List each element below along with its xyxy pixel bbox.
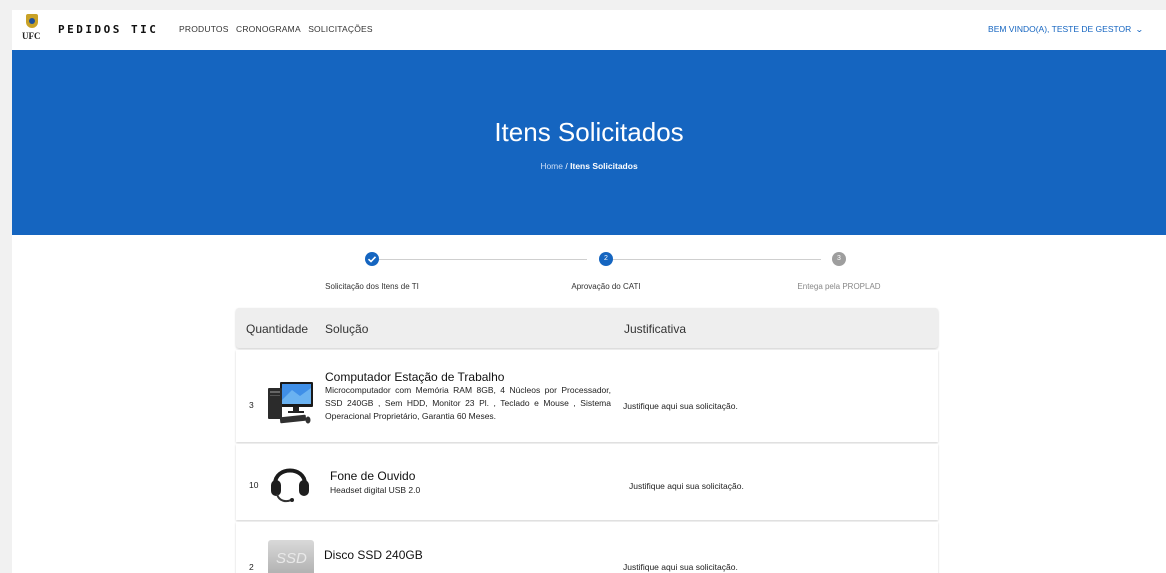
logo-text: UFC bbox=[22, 31, 41, 41]
step-number-badge: 2 bbox=[599, 252, 613, 266]
row-description: Headset digital USB 2.0 bbox=[330, 485, 421, 495]
ufc-crest-icon bbox=[26, 14, 38, 28]
headset-image bbox=[269, 458, 311, 506]
nav-cronograma[interactable]: CRONOGRAMA bbox=[236, 24, 301, 34]
app-frame: UFC PEDIDOS TIC PRODUTOS CRONOGRAMA SOLI… bbox=[12, 10, 1166, 573]
row-quantity: 2 bbox=[249, 562, 254, 572]
step-connector bbox=[372, 259, 587, 260]
row-justification[interactable]: Justifique aqui sua solicitação. bbox=[629, 481, 744, 491]
ufc-logo[interactable]: UFC bbox=[22, 14, 42, 46]
top-navbar: UFC PEDIDOS TIC PRODUTOS CRONOGRAMA SOLI… bbox=[12, 10, 1166, 52]
requested-items-table: Quantidade Solução Justificativa 3 Compu… bbox=[236, 308, 938, 573]
step-connector bbox=[605, 259, 821, 260]
breadcrumb: Home / Itens Solicitados bbox=[12, 161, 1166, 171]
row-title: Computador Estação de Trabalho bbox=[325, 370, 505, 384]
step-number-badge: 3 bbox=[832, 252, 846, 266]
header-quantidade: Quantidade bbox=[246, 322, 309, 336]
breadcrumb-home[interactable]: Home bbox=[540, 161, 563, 171]
progress-stepper: Solicitação dos Itens de TI 2 Aprovação … bbox=[258, 252, 958, 302]
check-icon bbox=[365, 252, 379, 266]
table-row[interactable]: 3 Computador Estação de Trabalho Microco… bbox=[236, 350, 938, 442]
row-description: Microcomputador com Memória RAM 8GB, 4 N… bbox=[325, 385, 611, 421]
header-justificativa: Justificativa bbox=[624, 322, 687, 336]
row-justification[interactable]: Justifique aqui sua solicitação. bbox=[623, 401, 738, 411]
breadcrumb-separator: / bbox=[565, 161, 568, 171]
step-label: Solicitação dos Itens de TI bbox=[325, 282, 419, 291]
nav-solicitacoes[interactable]: SOLICITAÇÕES bbox=[308, 24, 373, 34]
user-greeting: BEM VINDO(A), TESTE DE GESTOR bbox=[988, 24, 1132, 34]
page-title: Itens Solicitados bbox=[494, 117, 684, 147]
brand-title[interactable]: PEDIDOS TIC bbox=[58, 23, 158, 36]
main-nav: PRODUTOS CRONOGRAMA SOLICITAÇÕES bbox=[179, 24, 378, 34]
step-label: Entega pela PROPLAD bbox=[797, 282, 881, 291]
ssd-label: SSD bbox=[276, 550, 307, 567]
user-menu[interactable]: BEM VINDO(A), TESTE DE GESTOR ⌄ bbox=[988, 24, 1145, 34]
hero-banner: Itens Solicitados Home / Itens Solicitad… bbox=[12, 52, 1166, 235]
header-solucao: Solução bbox=[325, 322, 369, 336]
breadcrumb-current: Itens Solicitados bbox=[570, 161, 638, 171]
nav-produtos[interactable]: PRODUTOS bbox=[179, 24, 229, 34]
step-label: Aprovação do CATI bbox=[571, 282, 641, 291]
table-row[interactable]: 10 Fone de Ouvido Headset digital USB 2.… bbox=[236, 444, 938, 520]
row-quantity: 3 bbox=[249, 400, 254, 410]
desktop-computer-image bbox=[266, 380, 314, 426]
row-quantity: 10 bbox=[249, 480, 259, 490]
row-title: Disco SSD 240GB bbox=[324, 548, 423, 562]
table-row[interactable]: 2 SSD Disco SSD 240GB Justifique aqui su… bbox=[236, 522, 938, 573]
ssd-image: SSD bbox=[268, 540, 314, 573]
chevron-down-icon: ⌄ bbox=[1135, 25, 1145, 34]
table-header: Quantidade Solução Justificativa bbox=[236, 308, 938, 348]
row-title: Fone de Ouvido bbox=[330, 469, 416, 483]
row-justification[interactable]: Justifique aqui sua solicitação. bbox=[623, 562, 738, 572]
